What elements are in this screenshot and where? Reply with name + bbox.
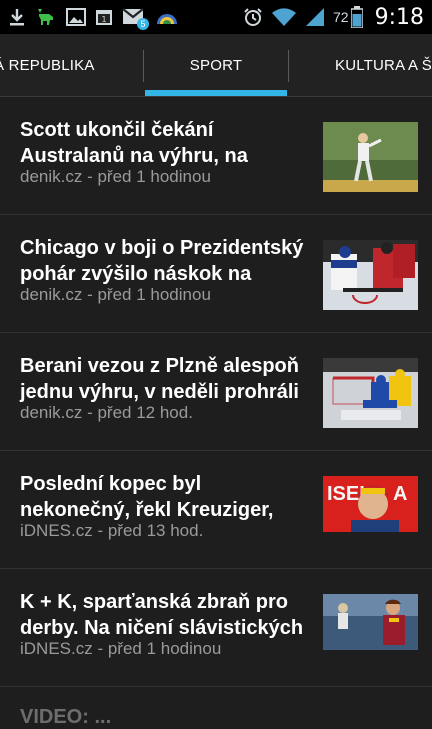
- article-thumbnail: [323, 594, 418, 650]
- article-meta: iDNES.cz - před 1 hodinou: [20, 639, 222, 658]
- list-item[interactable]: Poslední kopec byl nekonečný, řekl Kreuz…: [0, 451, 432, 569]
- partial-list-item[interactable]: VIDEO: ...: [0, 690, 432, 728]
- article-title: K + K, sparťanská zbraň pro derby. Na ni…: [20, 591, 304, 639]
- article-meta: denik.cz - před 1 hodinou: [20, 285, 211, 304]
- tab-divider: [288, 50, 289, 82]
- clock: 9:18: [374, 4, 424, 30]
- article-title: Scott ukončil čekání Australanů na výhru…: [20, 119, 248, 167]
- status-bar: 1 5 72 9:18: [0, 0, 432, 34]
- notification-icons: 1 5: [8, 7, 243, 30]
- download-icon: [8, 7, 26, 27]
- article-meta: denik.cz - před 1 hodinou: [20, 167, 211, 186]
- gmail-icon: 5: [122, 7, 149, 30]
- article-title: VIDEO: ...: [20, 706, 112, 728]
- article-title: Berani vezou z Plzně alespoň jednu výhru…: [20, 355, 299, 403]
- battery-level: 72: [333, 9, 349, 25]
- tab-divider: [143, 50, 144, 82]
- system-icons: 72 9:18: [243, 5, 424, 30]
- article-title: Poslední kopec byl nekonečný, řekl Kreuz…: [20, 473, 274, 521]
- category-tabs: Á REPUBLIKA SPORT KULTURA A Š: [0, 34, 432, 97]
- calendar-icon: 1: [95, 8, 113, 26]
- deer-icon: [35, 7, 57, 27]
- tab-kultura[interactable]: KULTURA A Š: [290, 34, 432, 96]
- article-meta: iDNES.cz - před 13 hod.: [20, 521, 204, 540]
- selected-tab-indicator: [145, 90, 287, 96]
- article-title: Chicago v boji o Prezidentský pohár zvýš…: [20, 237, 304, 285]
- svg-text:1: 1: [101, 15, 106, 24]
- list-item[interactable]: Scott ukončil čekání Australanů na výhru…: [0, 97, 432, 215]
- article-thumbnail: ISEL A: [323, 476, 418, 532]
- article-meta: denik.cz - před 12 hod.: [20, 403, 193, 422]
- mail-badge: 5: [137, 18, 149, 30]
- list-item[interactable]: Chicago v boji o Prezidentský pohár zvýš…: [0, 215, 432, 333]
- article-thumbnail: [323, 240, 418, 310]
- svg-text:A: A: [393, 483, 407, 505]
- wifi-icon: [271, 7, 297, 27]
- battery-icon: 72: [333, 6, 363, 28]
- article-thumbnail: [323, 358, 418, 428]
- tab-sport[interactable]: SPORT: [145, 34, 287, 96]
- list-item[interactable]: K + K, sparťanská zbraň pro derby. Na ni…: [0, 569, 432, 687]
- article-thumbnail: [323, 122, 418, 192]
- tab-republika[interactable]: Á REPUBLIKA: [0, 34, 138, 96]
- alarm-icon: [243, 7, 263, 27]
- gallery-icon: [66, 8, 86, 26]
- weather-icon: [155, 8, 179, 26]
- signal-icon: [305, 7, 325, 27]
- list-item[interactable]: Berani vezou z Plzně alespoň jednu výhru…: [0, 333, 432, 451]
- article-list: Scott ukončil čekání Australanů na výhru…: [0, 97, 432, 687]
